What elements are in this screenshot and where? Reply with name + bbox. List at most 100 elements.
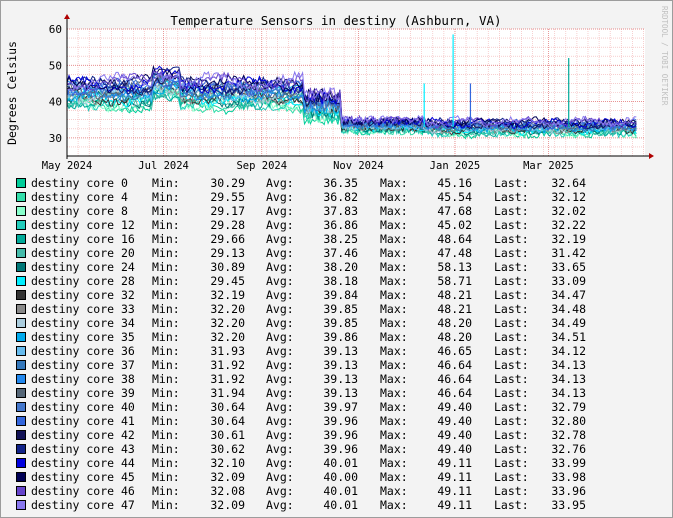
legend-last-label: Last: [494,260,529,274]
legend-avg-value: 39.13 [323,358,358,372]
legend-min-label: Min: [152,372,180,386]
legend-min-label: Min: [152,302,180,316]
legend-swatch [16,206,26,216]
legend-swatch [16,346,26,356]
legend-min-value: 31.92 [210,372,245,386]
legend-max-value: 49.11 [437,456,472,470]
legend-max-value: 47.68 [437,204,472,218]
legend-last-label: Last: [494,316,529,330]
legend-min-label: Min: [152,400,180,414]
legend-avg-value: 40.01 [323,456,358,470]
legend-swatch [16,444,26,454]
legend-max-label: Max: [380,386,408,400]
legend-avg-label: Avg: [266,288,294,302]
legend-swatch [16,276,26,286]
legend-max-value: 45.16 [437,176,472,190]
legend-avg-label: Avg: [266,484,294,498]
legend-swatch [16,500,26,510]
legend-series-name: destiny core 34 [31,316,135,330]
x-axis-arrow [649,153,654,159]
legend-max-label: Max: [380,442,408,456]
legend-min-label: Min: [152,442,180,456]
legend-swatch [16,220,26,230]
legend-last-value: 32.76 [551,442,586,456]
legend-row: destiny core 36 Min: 31.93 Avg: 39.13 Max: 46.… [15,344,665,358]
legend-swatch [16,192,26,202]
legend-min-value: 32.09 [210,498,245,512]
y-tick-label: 60 [49,23,62,36]
legend-row: destiny core 45 Min: 32.09 Avg: 40.00 Max: 49.… [15,470,665,484]
y-tick-label: 50 [49,59,62,72]
legend-swatch [16,290,26,300]
legend-last-value: 34.47 [551,288,586,302]
legend-swatch [16,416,26,426]
legend-last-value: 34.48 [551,302,586,316]
legend-series-name: destiny core 32 [31,288,135,302]
legend-row: destiny core 38 Min: 31.92 Avg: 39.13 Max: 46.… [15,372,665,386]
legend-last-label: Last: [494,344,529,358]
legend-last-value: 32.22 [551,218,586,232]
legend-min-value: 29.28 [210,218,245,232]
legend-max-value: 47.48 [437,246,472,260]
legend-swatch [16,248,26,258]
legend-avg-label: Avg: [266,232,294,246]
legend-series-name: destiny core 35 [31,330,135,344]
legend-avg-label: Avg: [266,442,294,456]
legend-series-name: destiny core 41 [31,414,135,428]
graph-frame: 30 40 50 60 May 2024 Jul 2024 Sep 2024 Nov 2024… [0,0,673,518]
legend-max-label: Max: [380,330,408,344]
legend-last-label: Last: [494,232,529,246]
legend-min-value: 32.10 [210,456,245,470]
legend-row: destiny core 8 Min: 29.17 Avg: 37.83 Max: 47.6… [15,204,665,218]
legend-avg-value: 36.35 [323,176,358,190]
legend-last-label: Last: [494,358,529,372]
legend-min-label: Min: [152,484,180,498]
legend-max-value: 46.64 [437,372,472,386]
legend-series-name: destiny core 28 [31,274,135,288]
legend-avg-label: Avg: [266,358,294,372]
legend-last-value: 32.78 [551,428,586,442]
x-tick-label: Jul 2024 [138,160,189,172]
legend-series-name: destiny core 16 [31,232,135,246]
legend-max-value: 48.64 [437,232,472,246]
legend-row: destiny core 35 Min: 32.20 Avg: 39.86 Max: 48.… [15,330,665,344]
legend-swatch [16,472,26,482]
y-tick-label: 30 [49,132,62,145]
legend-min-value: 31.93 [210,344,245,358]
legend-last-label: Last: [494,204,529,218]
legend-last-label: Last: [494,274,529,288]
legend-last-label: Last: [494,330,529,344]
legend-row: destiny core 37 Min: 31.92 Avg: 39.13 Max: 46.… [15,358,665,372]
legend-last-label: Last: [494,372,529,386]
legend-row: destiny core 41 Min: 30.64 Avg: 39.96 Max: 49.… [15,414,665,428]
legend-avg-value: 39.86 [323,330,358,344]
legend-min-value: 30.61 [210,428,245,442]
legend-last-value: 33.65 [551,260,586,274]
legend-series-name: destiny core 45 [31,470,135,484]
legend-swatch [16,332,26,342]
legend-min-value: 30.64 [210,400,245,414]
legend-last-value: 34.13 [551,358,586,372]
legend: destiny core 0 Min: 30.29 Avg: 36.35 Max: 45.1… [15,176,665,512]
legend-series-name: destiny core 42 [31,428,135,442]
x-tick-label: Mar 2025 [523,160,574,172]
legend-max-value: 49.11 [437,470,472,484]
legend-min-label: Min: [152,344,180,358]
legend-max-label: Max: [380,302,408,316]
legend-max-label: Max: [380,190,408,204]
legend-avg-value: 39.84 [323,288,358,302]
legend-last-value: 32.02 [551,204,586,218]
legend-swatch [16,458,26,468]
legend-avg-value: 39.85 [323,316,358,330]
legend-min-label: Min: [152,204,180,218]
legend-avg-value: 39.96 [323,428,358,442]
legend-max-label: Max: [380,218,408,232]
legend-series-name: destiny core 4 [31,190,128,204]
legend-min-label: Min: [152,386,180,400]
legend-series-name: destiny core 0 [31,176,128,190]
legend-min-value: 30.29 [210,176,245,190]
legend-last-label: Last: [494,484,529,498]
legend-min-label: Min: [152,218,180,232]
legend-min-value: 32.20 [210,330,245,344]
legend-max-value: 49.40 [437,400,472,414]
